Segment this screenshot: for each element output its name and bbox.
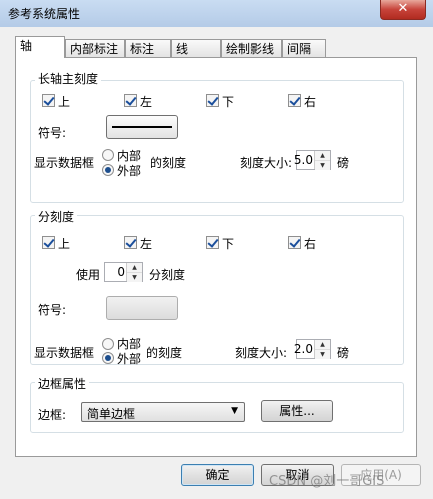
spin-up-icon[interactable]: ▲: [315, 151, 330, 160]
tab-axis[interactable]: 轴: [15, 36, 65, 58]
tab-lines[interactable]: 线: [171, 39, 221, 57]
tab-panel: 长轴主刻度 上 左 下 右 符号: 显示数据框 内部 外部 的刻度 刻度大小: …: [15, 57, 417, 457]
tab-label: 轴: [20, 39, 33, 53]
minor-ticks-suffix: 的刻度: [146, 346, 183, 360]
minor-ticks-title: 分刻度: [35, 208, 78, 225]
close-button[interactable]: ✕: [380, 0, 426, 20]
minor-outside-label: 外部: [117, 352, 142, 366]
major-top-label: 上: [58, 95, 71, 109]
minor-size-value: 2.0: [293, 342, 313, 356]
major-ticks-title: 长轴主刻度: [35, 70, 102, 87]
major-right-label: 右: [304, 95, 317, 109]
major-outside-label: 外部: [117, 164, 142, 178]
tab-hatching[interactable]: 绘制影线: [221, 39, 282, 57]
minor-symbol-button[interactable]: [106, 296, 178, 320]
minor-bottom-label: 下: [222, 237, 235, 251]
minor-top-checkbox[interactable]: [42, 236, 55, 249]
major-unit-label: 磅: [337, 156, 350, 170]
border-title: 边框属性: [35, 375, 90, 392]
minor-use-suffix: 分刻度: [149, 268, 186, 282]
minor-inside-radio[interactable]: [102, 338, 114, 350]
major-display-label: 显示数据框: [34, 156, 95, 170]
ok-button[interactable]: 确定: [181, 464, 254, 486]
tab-labels[interactable]: 标注: [125, 39, 171, 57]
major-symbol-label: 符号:: [38, 126, 67, 140]
tab-label: 标注: [130, 42, 155, 56]
line-symbol-preview: [112, 126, 172, 128]
tab-intervals[interactable]: 间隔: [282, 39, 326, 57]
major-size-stepper[interactable]: 5.0 ▲ ▼: [293, 150, 331, 170]
tab-label: 间隔: [287, 42, 312, 56]
window-title: 参考系统属性: [8, 7, 81, 21]
major-ticks-suffix: 的刻度: [150, 156, 187, 170]
tab-internal-labels[interactable]: 内部标注: [65, 39, 125, 57]
minor-unit-label: 磅: [337, 346, 350, 360]
border-select-value: 简单边框: [87, 407, 136, 421]
minor-use-label: 使用: [76, 268, 101, 282]
minor-count-value: 0: [117, 265, 125, 279]
minor-display-label: 显示数据框: [34, 346, 95, 360]
tab-label: 线: [176, 42, 189, 56]
minor-top-label: 上: [58, 237, 71, 251]
minor-right-label: 右: [304, 237, 317, 251]
spin-down-icon[interactable]: ▼: [315, 160, 330, 170]
chevron-down-icon: ▼: [231, 406, 238, 416]
major-bottom-checkbox[interactable]: [206, 94, 219, 107]
tab-label: 绘制影线: [226, 42, 275, 56]
major-size-value: 5.0: [293, 153, 313, 167]
major-symbol-button[interactable]: [106, 115, 178, 139]
major-outside-radio[interactable]: [102, 164, 114, 176]
spin-up-icon[interactable]: ▲: [127, 263, 142, 272]
minor-left-label: 左: [140, 237, 153, 251]
minor-bottom-checkbox[interactable]: [206, 236, 219, 249]
spin-down-icon[interactable]: ▼: [315, 349, 330, 359]
tab-label: 内部标注: [70, 42, 119, 56]
major-top-checkbox[interactable]: [42, 94, 55, 107]
border-label: 边框:: [38, 408, 67, 422]
major-bottom-label: 下: [222, 95, 235, 109]
close-icon: ✕: [397, 1, 409, 16]
border-properties-button[interactable]: 属性...: [261, 400, 333, 422]
minor-symbol-label: 符号:: [38, 303, 67, 317]
major-inside-radio[interactable]: [102, 149, 114, 161]
minor-outside-radio[interactable]: [102, 352, 114, 364]
major-left-label: 左: [140, 95, 153, 109]
minor-size-stepper[interactable]: 2.0 ▲ ▼: [293, 339, 331, 359]
watermark: CSDN @刘一哥GIS: [269, 474, 385, 489]
minor-right-checkbox[interactable]: [288, 236, 301, 249]
major-size-label: 刻度大小:: [240, 156, 293, 170]
spin-up-icon[interactable]: ▲: [315, 340, 330, 349]
major-left-checkbox[interactable]: [124, 94, 137, 107]
minor-count-stepper[interactable]: 0 ▲ ▼: [104, 262, 143, 282]
major-right-checkbox[interactable]: [288, 94, 301, 107]
minor-left-checkbox[interactable]: [124, 236, 137, 249]
spin-down-icon[interactable]: ▼: [127, 272, 142, 282]
minor-size-label: 刻度大小:: [235, 346, 288, 360]
border-select[interactable]: 简单边框 ▼: [81, 402, 245, 422]
